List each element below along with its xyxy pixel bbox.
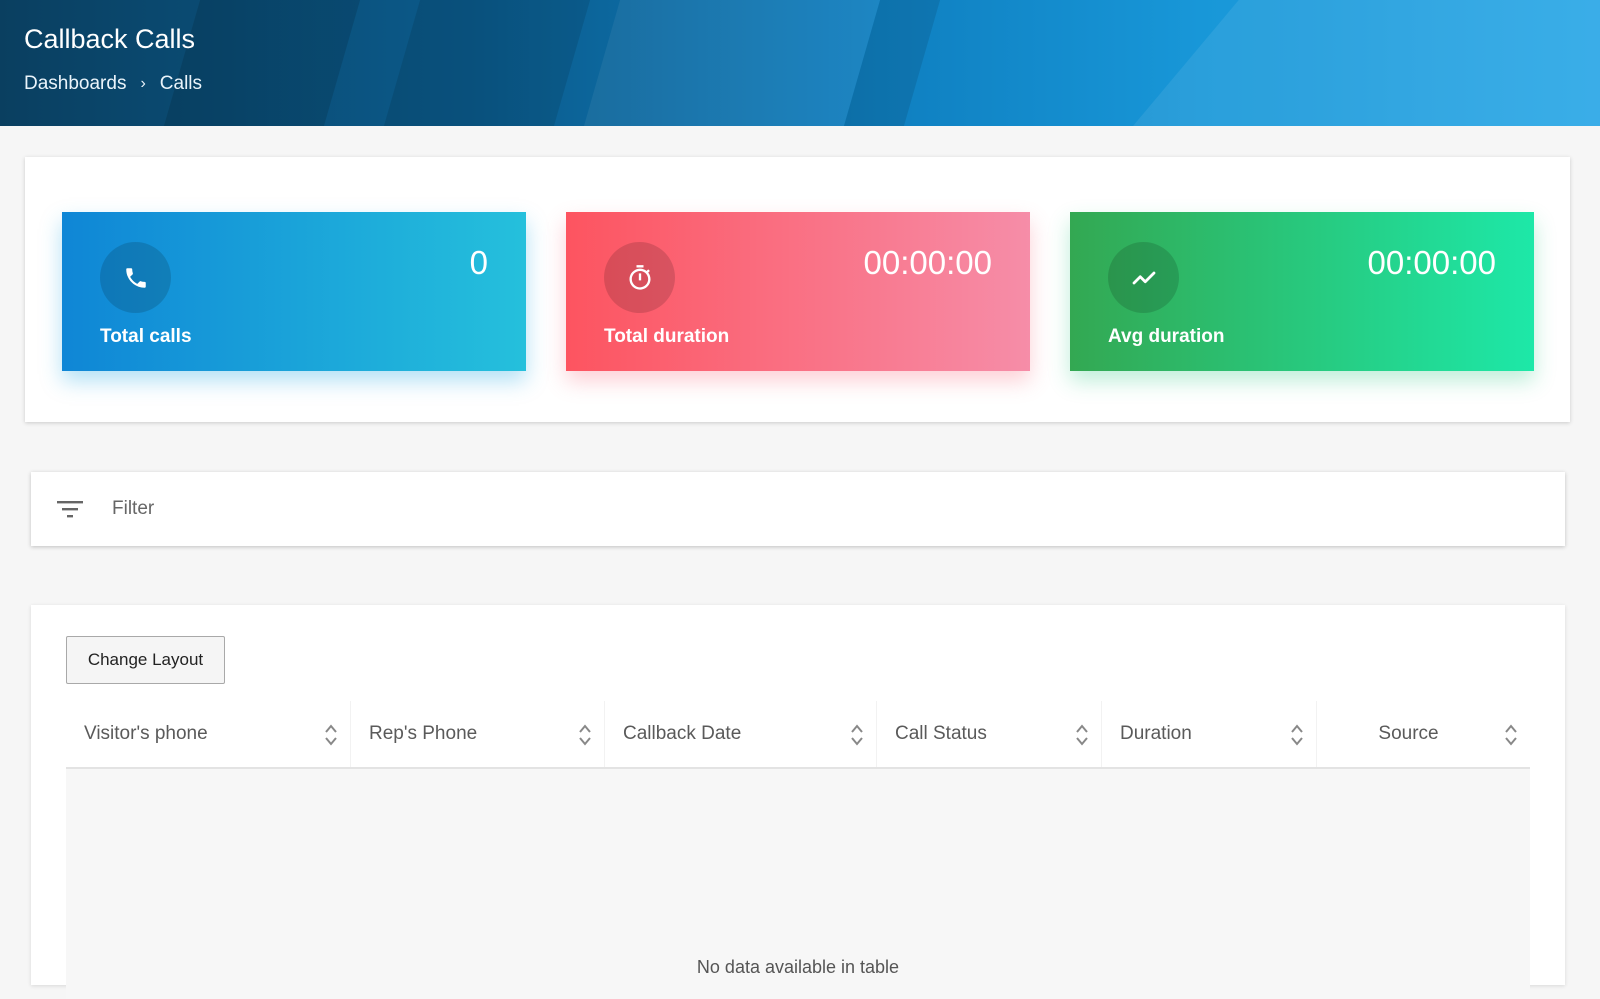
stats-card: 0 Total calls 00:00:00 Total duration 00…: [25, 157, 1570, 422]
column-label: Source: [1378, 723, 1439, 744]
breadcrumb-calls[interactable]: Calls: [160, 73, 202, 95]
calls-table-card: Change Layout Visitor's phone Rep's Phon…: [31, 605, 1565, 999]
total-calls-label: Total calls: [100, 326, 192, 347]
sort-icon: [1076, 724, 1088, 746]
filter-icon: [57, 501, 83, 518]
column-label: Rep's Phone: [369, 723, 478, 744]
breadcrumb: Dashboards › Calls: [24, 73, 202, 95]
column-header-callback-date[interactable]: Callback Date: [605, 701, 877, 767]
chevron-right-icon: ›: [140, 75, 146, 92]
column-header-reps-phone[interactable]: Rep's Phone: [351, 701, 605, 767]
stat-tile-total-duration: 00:00:00 Total duration: [566, 212, 1030, 371]
table-header: Visitor's phone Rep's Phone Callback Dat…: [66, 701, 1530, 769]
table-body-empty: No data available in table: [66, 769, 1530, 999]
phone-icon: [100, 242, 171, 313]
column-label: Call Status: [895, 723, 987, 744]
column-label: Callback Date: [623, 723, 742, 744]
column-header-visitors-phone[interactable]: Visitor's phone: [66, 701, 351, 767]
filter-label: Filter: [112, 498, 155, 519]
page-header-banner: Callback Calls Dashboards › Calls: [0, 0, 1600, 126]
avg-duration-label: Avg duration: [1108, 326, 1225, 347]
stopwatch-icon: [604, 242, 675, 313]
column-label: Duration: [1120, 723, 1192, 744]
empty-table-message: No data available in table: [696, 957, 900, 977]
trending-line-icon: [1108, 242, 1179, 313]
page-title: Callback Calls: [24, 24, 196, 54]
total-duration-value: 00:00:00: [863, 244, 992, 281]
sort-icon: [325, 724, 337, 746]
column-label: Visitor's phone: [84, 723, 208, 744]
column-header-source[interactable]: Source: [1317, 701, 1530, 767]
total-calls-value: 0: [469, 244, 488, 281]
sort-icon: [851, 724, 863, 746]
column-header-duration[interactable]: Duration: [1102, 701, 1317, 767]
stat-tile-total-calls: 0 Total calls: [62, 212, 526, 371]
change-layout-button[interactable]: Change Layout: [66, 636, 225, 684]
sort-icon: [579, 724, 591, 746]
total-duration-label: Total duration: [604, 326, 730, 347]
stat-tile-avg-duration: 00:00:00 Avg duration: [1070, 212, 1534, 371]
sort-icon: [1505, 724, 1517, 746]
avg-duration-value: 00:00:00: [1367, 244, 1496, 281]
breadcrumb-dashboards[interactable]: Dashboards: [24, 73, 126, 95]
sort-icon: [1291, 724, 1303, 746]
column-header-call-status[interactable]: Call Status: [877, 701, 1102, 767]
filter-panel-toggle[interactable]: Filter: [31, 472, 1565, 546]
